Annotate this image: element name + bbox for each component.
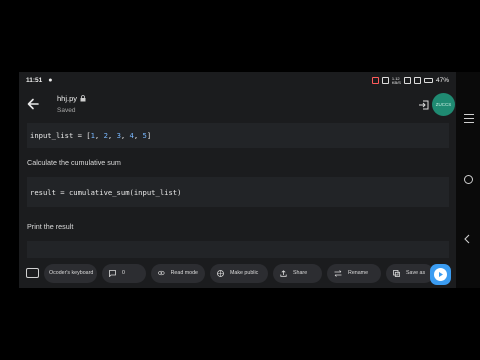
globe-icon: [217, 269, 224, 277]
system-nav-bar: [456, 72, 480, 288]
code-line: result = cumulative_sum(input_list): [30, 187, 182, 197]
copy-icon: [393, 269, 400, 277]
text-cell[interactable]: Calculate the cumulative sum: [27, 158, 121, 167]
alarm-off-icon: [371, 77, 379, 84]
play-icon: [434, 268, 447, 281]
read-mode-button[interactable]: Read mode: [151, 263, 205, 283]
app-screen: 11:51 ● 1.12 KB/S 47% hhj.py Saved ZUCCS…: [19, 72, 456, 288]
lock-icon: [80, 95, 86, 102]
mute-icon: [381, 77, 389, 84]
share-button[interactable]: Share: [273, 263, 322, 283]
status-time: 11:51: [26, 77, 43, 84]
comments-button[interactable]: 0: [102, 263, 146, 283]
network-speed: 1.12 KB/S: [391, 75, 401, 85]
text-cell[interactable]: Print the result: [27, 222, 73, 231]
swap-icon: [334, 269, 342, 277]
code-cell[interactable]: result = cumulative_sum(input_list): [27, 177, 449, 207]
keyboard-button[interactable]: Ocoder's keyboard: [44, 263, 97, 283]
code-cell[interactable]: input_list = [1, 2, 3, 4, 5]: [27, 123, 449, 148]
battery-percent: 47%: [435, 77, 449, 84]
make-public-button[interactable]: Make public: [210, 263, 268, 283]
share-icon: [280, 269, 287, 277]
file-name[interactable]: hhj.py: [57, 94, 86, 103]
nav-back-icon[interactable]: [463, 234, 471, 244]
wifi-icon: [413, 77, 421, 84]
signal-icon: [403, 77, 411, 84]
battery-icon: [423, 78, 433, 83]
recent-apps-icon[interactable]: [464, 114, 474, 126]
save-as-button[interactable]: Save as: [386, 263, 434, 283]
rename-button[interactable]: Rename: [327, 263, 381, 283]
app-header: hhj.py Saved ZUCCS: [19, 89, 456, 126]
code-line: input_list = [1, 2, 3, 4, 5]: [30, 131, 152, 140]
keyboard-icon[interactable]: [26, 268, 39, 278]
bottom-toolbar: Ocoder's keyboard 0 Read mode Make publi…: [19, 258, 456, 288]
save-status: Saved: [57, 107, 76, 114]
run-button[interactable]: [430, 264, 451, 285]
avatar[interactable]: ZUCCS: [432, 93, 455, 116]
status-bar: 11:51 ● 1.12 KB/S 47%: [19, 72, 456, 89]
open-in-icon[interactable]: [418, 99, 430, 111]
notification-icon: ●: [48, 77, 53, 84]
home-icon[interactable]: [464, 175, 473, 184]
comment-icon: [109, 269, 116, 277]
back-arrow-icon[interactable]: [26, 97, 40, 111]
eye-icon: [158, 270, 165, 276]
